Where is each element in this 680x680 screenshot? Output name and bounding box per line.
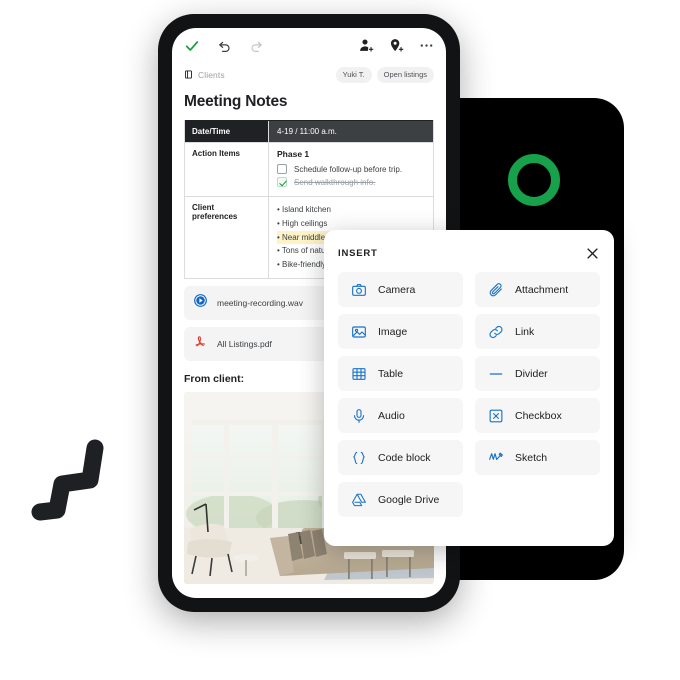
more-options-icon[interactable] [419, 38, 434, 58]
insert-option-label: Divider [515, 367, 548, 380]
insert-option-camera[interactable]: Camera [338, 272, 463, 307]
table-row-label: Client preferences [185, 197, 269, 278]
redo-icon[interactable] [249, 38, 264, 58]
insert-option-table[interactable]: Table [338, 356, 463, 391]
code-braces-icon [351, 450, 367, 466]
insert-option-label: Camera [378, 283, 416, 296]
list-item: • Island kitchen [277, 205, 331, 214]
table-row: Action Items Phase 1 Schedule follow-up … [185, 142, 433, 196]
breadcrumb[interactable]: Clients [184, 66, 225, 84]
checklist-label: Schedule follow-up before trip. [294, 164, 403, 174]
insert-option-label: Audio [378, 409, 405, 422]
insert-dialog-header: INSERT [338, 244, 600, 263]
app-toolbar [172, 28, 446, 62]
insert-options-grid: Camera Attachment Image Link Table Divid… [338, 272, 600, 517]
play-circle-icon [193, 293, 208, 313]
insert-option-label: Table [378, 367, 404, 380]
table-row-value: 4-19 / 11:00 a.m. [269, 121, 433, 142]
pdf-icon [193, 334, 208, 354]
done-check-icon[interactable] [184, 38, 200, 59]
image-icon [351, 324, 367, 340]
pill-open-listings[interactable]: Open listings [376, 67, 434, 83]
add-person-icon[interactable] [359, 38, 374, 58]
decorative-zigzag [31, 439, 104, 521]
context-pills: Yuki T. Open listings [335, 67, 434, 83]
insert-option-label: Google Drive [378, 493, 440, 506]
insert-option-code-block[interactable]: Code block [338, 440, 463, 475]
list-item: • High ceilings [277, 218, 328, 228]
camera-icon [351, 282, 367, 298]
insert-option-link[interactable]: Link [475, 314, 600, 349]
pill-collaborator[interactable]: Yuki T. [335, 67, 372, 83]
document-icon [184, 66, 193, 84]
decorative-green-ring [508, 154, 560, 206]
insert-option-attachment[interactable]: Attachment [475, 272, 600, 307]
checklist-item[interactable]: Send walkthrough info. [277, 177, 425, 187]
checklist-item[interactable]: Schedule follow-up before trip. [277, 164, 425, 174]
insert-option-google-drive[interactable]: Google Drive [338, 482, 463, 517]
attachment-filename: All Listings.pdf [217, 338, 272, 349]
table-row-label: Date/Time [185, 121, 269, 142]
link-icon [488, 324, 504, 340]
checklist-label: Send walkthrough info. [294, 177, 376, 187]
checkbox-icon [488, 408, 504, 424]
google-drive-icon [351, 492, 367, 508]
insert-dialog-title: INSERT [338, 248, 378, 259]
insert-option-label: Sketch [515, 451, 548, 464]
insert-option-divider[interactable]: Divider [475, 356, 600, 391]
insert-option-label: Code block [378, 451, 431, 464]
checkbox-unchecked-icon[interactable] [277, 164, 287, 174]
table-row-label: Action Items [185, 143, 269, 196]
undo-icon[interactable] [217, 38, 232, 58]
insert-option-label: Link [515, 325, 535, 338]
insert-option-sketch[interactable]: Sketch [475, 440, 600, 475]
add-location-tag-icon[interactable] [389, 38, 404, 58]
insert-option-label: Checkbox [515, 409, 562, 422]
sketch-icon [488, 450, 504, 466]
microphone-icon [351, 408, 367, 424]
phase-label: Phase 1 [277, 149, 310, 159]
table-icon [351, 366, 367, 382]
insert-option-label: Image [378, 325, 408, 338]
page-title: Meeting Notes [184, 93, 288, 110]
checkbox-checked-icon[interactable] [277, 177, 287, 187]
insert-dialog: INSERT Camera Attachment Image Link Tabl… [324, 230, 614, 546]
divider-icon [488, 366, 504, 382]
breadcrumb-label: Clients [198, 70, 225, 80]
attachment-filename: meeting-recording.wav [217, 297, 303, 308]
insert-option-checkbox[interactable]: Checkbox [475, 398, 600, 433]
insert-option-audio[interactable]: Audio [338, 398, 463, 433]
paperclip-icon [488, 282, 504, 298]
screenshot-root: Clients Yuki T. Open listings Meeting No… [0, 0, 680, 680]
insert-option-label: Attachment [515, 283, 569, 296]
breadcrumb-bar: Clients Yuki T. Open listings [172, 62, 446, 84]
insert-option-image[interactable]: Image [338, 314, 463, 349]
table-row-value: Phase 1 Schedule follow-up before trip. … [269, 143, 433, 196]
table-row: Date/Time 4-19 / 11:00 a.m. [185, 120, 433, 142]
close-icon[interactable] [585, 246, 600, 261]
